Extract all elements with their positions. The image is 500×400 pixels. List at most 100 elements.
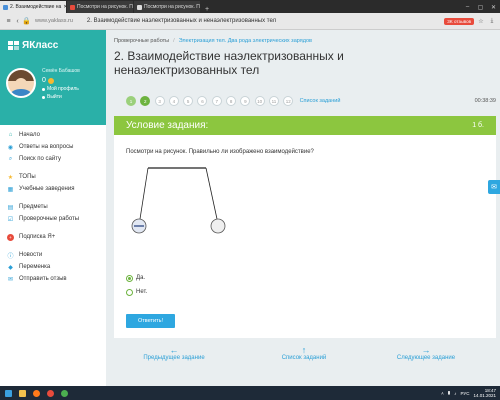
taskbar: ˄ ▮ ♪ РУС 18:47 14.01.2021 [0, 386, 500, 400]
volume-icon[interactable]: ♪ [454, 391, 456, 396]
sidebar-item-subscription[interactable]: + Подписка Я+ [0, 231, 106, 243]
pager-item-10[interactable]: 10 [254, 96, 265, 106]
browser-icon[interactable] [44, 387, 56, 399]
favicon-icon [70, 4, 75, 10]
sidebar-item-label: Ответы на вопросы [19, 144, 74, 150]
logout-icon [42, 95, 45, 99]
browser-tab-1[interactable]: 2. Взаимодействие на ✕ [0, 1, 66, 13]
pager-item-1[interactable]: 1 [126, 96, 136, 106]
plus-badge-icon: + [7, 233, 14, 241]
building-icon: ▦ [7, 186, 14, 193]
feedback-icon: ✉ [7, 276, 14, 283]
checklist-icon: ☑ [7, 216, 14, 223]
answer-option-yes[interactable]: Да. [126, 273, 147, 283]
url-field[interactable]: www.yaklass.ru [35, 18, 73, 24]
breadcrumb-current[interactable]: Электризация тел. Два рода электрических… [179, 38, 312, 44]
task-card: Условие задания: 1 б. Посмотри на рисуно… [114, 116, 496, 338]
sidebar: ЯКласс Семён Бабашов 0 Мой профиль Выйти… [0, 30, 106, 386]
profile-link[interactable]: Мой профиль [42, 86, 80, 92]
network-icon[interactable]: ▮ [448, 390, 450, 396]
charged-spheres-figure [131, 167, 226, 234]
download-icon[interactable]: ⤓ [488, 17, 496, 25]
language-indicator[interactable]: РУС [460, 391, 469, 396]
pager-item-12[interactable]: 12 [283, 96, 294, 106]
feedback-icon: ✉ [491, 184, 497, 191]
clock[interactable]: 18:47 14.01.2021 [473, 388, 496, 399]
close-window-icon[interactable]: ✕ [487, 1, 500, 13]
clock-date: 14.01.2021 [473, 393, 496, 398]
side-feedback-tab[interactable]: ✉ [488, 180, 500, 194]
bookmark-icon[interactable]: ☆ [477, 17, 485, 25]
gamepad-icon: ◆ [8, 264, 13, 271]
menu-icon[interactable]: ≡ [4, 18, 13, 25]
pager-item-8[interactable]: 8 [226, 96, 237, 106]
sidebar-item-home[interactable]: ⌂ Начало [0, 129, 106, 141]
chrome-icon[interactable] [58, 387, 70, 399]
sidebar-item-tops[interactable]: ★ ТОПы [0, 171, 106, 183]
explorer-icon[interactable] [16, 387, 28, 399]
answer-label: Нет. [136, 289, 148, 295]
pager-item-3[interactable]: 3 [154, 96, 165, 106]
sidebar-item-search[interactable]: ⌕ Поиск по сайту [0, 153, 106, 165]
prev-task-link[interactable]: ← Предыдущее задание [134, 346, 214, 362]
pager-item-4[interactable]: 4 [168, 96, 179, 106]
pager-item-5[interactable]: 5 [183, 96, 194, 106]
answer-option-no[interactable]: Нет. [126, 287, 147, 297]
next-task-link[interactable]: → Следующее задание [386, 346, 466, 362]
pager-item-2[interactable]: 2 [140, 96, 151, 106]
radio-button[interactable] [126, 288, 133, 296]
task-list-bottom-link[interactable]: ↑ Список заданий [264, 346, 344, 362]
sidebar-item-schools[interactable]: ▦ Учебные заведения [0, 183, 106, 195]
info-icon: ⓘ [7, 253, 14, 260]
page-title-bar: 2. Взаимодействие наэлектризованных и не… [86, 18, 277, 24]
task-list-link[interactable]: Список заданий [300, 98, 341, 104]
avatar[interactable] [6, 68, 36, 98]
browser-tab-3[interactable]: Посмотри на рисунок. П ✕ [134, 1, 200, 13]
logo[interactable]: ЯКласс [0, 30, 106, 60]
sidebar-item-label: Начало [19, 132, 40, 138]
task-list-bottom-label: Список заданий [281, 355, 327, 361]
profile-link-label: Мой профиль [47, 86, 79, 92]
coin-icon [47, 77, 54, 84]
submit-button[interactable]: Ответить! [126, 314, 175, 328]
back-icon[interactable]: ‹ [13, 18, 22, 25]
logo-text: ЯКласс [22, 39, 59, 51]
pager-item-11[interactable]: 11 [268, 96, 279, 106]
tray-arrow-icon[interactable]: ˄ [441, 391, 444, 396]
address-bar: ≡ ‹ 🔒 www.yaklass.ru 2. Взаимодействие н… [0, 13, 500, 30]
sidebar-item-feedback[interactable]: ✉ Отправить отзыв [0, 273, 106, 285]
sidebar-item-label: Переменка [19, 264, 51, 270]
minimize-icon[interactable]: – [461, 1, 474, 13]
maximize-icon[interactable]: ▢ [474, 1, 487, 13]
answer-label: Да. [136, 275, 146, 281]
sidebar-item-subjects[interactable]: ▤ Предметы [0, 201, 106, 213]
breadcrumb-separator: / [173, 38, 175, 44]
breadcrumb-root[interactable]: Проверочные работы [114, 38, 169, 44]
pager-item-9[interactable]: 9 [240, 96, 251, 106]
sidebar-item-label: Отправить отзыв [19, 276, 67, 282]
sidebar-item-break[interactable]: ◆ Переменка [0, 261, 106, 273]
favicon-icon [137, 4, 142, 10]
logout-link[interactable]: Выйти [42, 94, 80, 100]
pager-item-7[interactable]: 7 [211, 96, 222, 106]
media-icon[interactable] [30, 387, 42, 399]
sidebar-item-news[interactable]: ⓘ Новости [0, 249, 106, 261]
score-value: 0 [42, 77, 46, 84]
start-icon[interactable] [2, 387, 14, 399]
pager-item-6[interactable]: 6 [197, 96, 208, 106]
sidebar-item-label: Новости [19, 252, 43, 258]
close-icon[interactable]: ✕ [61, 4, 66, 10]
logo-icon [8, 40, 19, 50]
browser-tab-2[interactable]: Посмотри на рисунок. П ✕ [67, 1, 133, 13]
browser-tab-label: 2. Взаимодействие на [10, 4, 62, 10]
home-icon: ⌂ [8, 132, 13, 138]
sidebar-item-answers[interactable]: ◉ Ответы на вопросы [0, 141, 106, 153]
user-name[interactable]: Семён Бабашов [42, 68, 80, 74]
user-icon [42, 87, 45, 91]
sidebar-menu: ⌂ Начало ◉ Ответы на вопросы ⌕ Поиск по … [0, 125, 106, 285]
new-tab-icon[interactable]: + [201, 6, 213, 13]
radio-button[interactable] [126, 274, 133, 282]
task-points: 1 б. [472, 122, 484, 129]
reviews-badge[interactable]: 3K отзывов [444, 17, 474, 25]
sidebar-item-tests[interactable]: ☑ Проверочные работы [0, 213, 106, 225]
